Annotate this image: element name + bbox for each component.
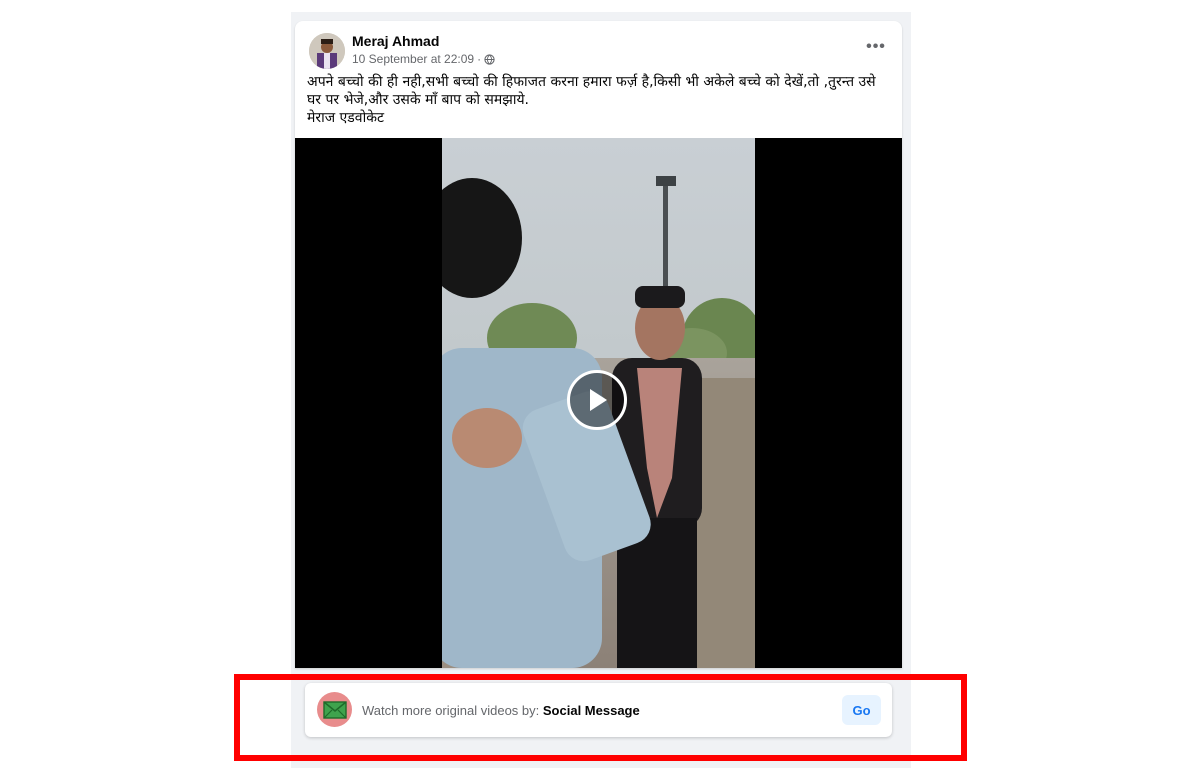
post-text-line: अपने बच्चो की ही नही,सभी बच्चो की हिफाजत… bbox=[307, 74, 876, 90]
globe-icon[interactable] bbox=[484, 53, 495, 65]
channel-name-link[interactable]: Social Message bbox=[543, 703, 640, 718]
avatar[interactable] bbox=[309, 33, 345, 69]
play-button[interactable] bbox=[567, 370, 627, 430]
post-card: Meraj Ahmad 10 September at 22:09 · ••• … bbox=[295, 21, 902, 668]
watch-more-prefix: Watch more original videos by: bbox=[362, 703, 540, 718]
watch-more-text: Watch more original videos by: Social Me… bbox=[362, 703, 640, 718]
watch-more-bar: Watch more original videos by: Social Me… bbox=[305, 683, 892, 737]
video-player[interactable] bbox=[295, 138, 902, 668]
more-options-button[interactable]: ••• bbox=[862, 35, 890, 59]
post-timestamp[interactable]: 10 September at 22:09 bbox=[352, 52, 474, 66]
post-text: अपने बच्चो की ही नही,सभी बच्चो की हिफाजत… bbox=[307, 73, 892, 127]
channel-avatar[interactable] bbox=[317, 692, 352, 727]
post-meta: 10 September at 22:09 · bbox=[352, 52, 495, 66]
author-name[interactable]: Meraj Ahmad bbox=[352, 33, 439, 49]
meta-separator: · bbox=[477, 52, 482, 66]
go-button[interactable]: Go bbox=[842, 695, 881, 725]
post-text-line: मेराज एडवोकेट bbox=[307, 110, 385, 126]
avatar-image bbox=[309, 33, 345, 69]
envelope-icon bbox=[322, 700, 347, 719]
post-text-line: घर पर भेजे,और उसके माँ बाप को समझाये. bbox=[307, 92, 530, 108]
play-icon bbox=[590, 389, 607, 411]
